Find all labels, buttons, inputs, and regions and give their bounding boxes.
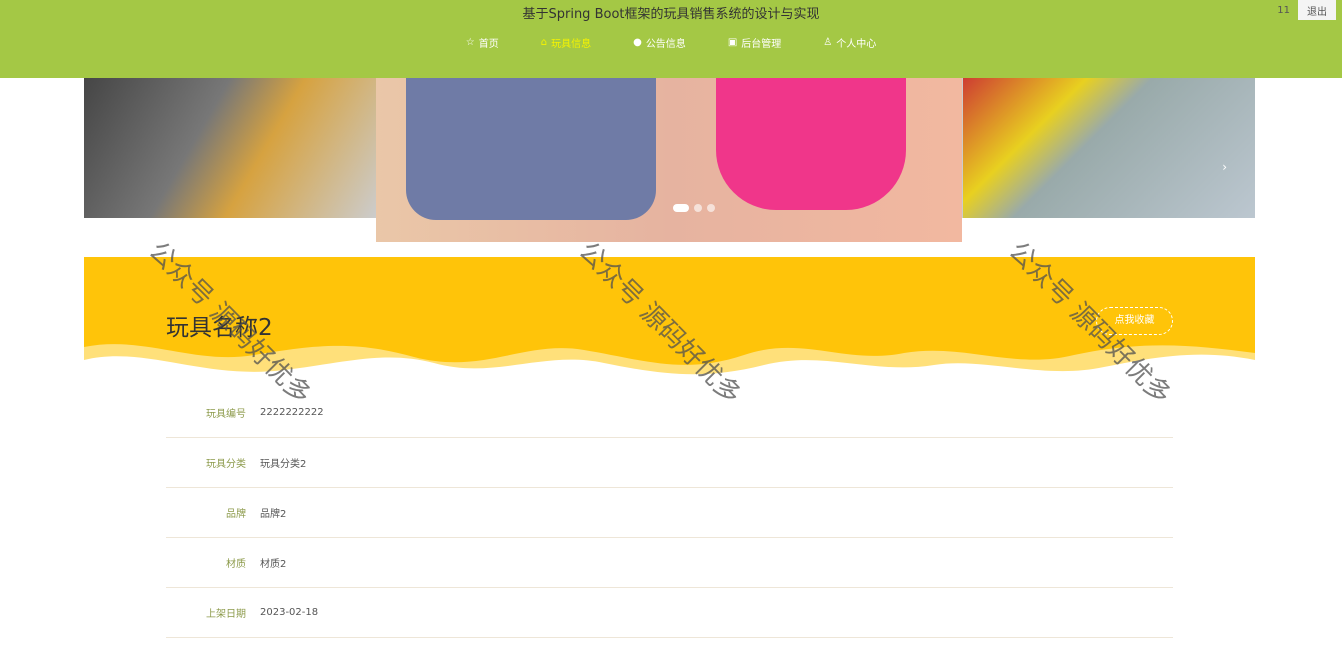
- slide-image-active: [376, 70, 962, 242]
- detail-banner: 玩具名称2 点我收藏: [84, 257, 1255, 382]
- field-row: 玩具分类 玩具分类2: [166, 438, 1173, 488]
- username: 11: [1277, 5, 1290, 16]
- field-label: 玩具分类: [206, 459, 246, 470]
- chevron-right-icon[interactable]: ›: [1222, 160, 1227, 174]
- field-value: 材质2: [260, 559, 287, 570]
- logout-button[interactable]: 退出: [1298, 0, 1336, 20]
- carousel-dot[interactable]: [707, 204, 715, 212]
- field-value: 品牌2: [260, 509, 287, 520]
- field-row: 材质 材质2: [166, 538, 1173, 588]
- favorite-button[interactable]: 点我收藏: [1096, 307, 1173, 335]
- slide-image: [84, 70, 376, 218]
- detail-fields: 玩具编号 2222222222 玩具分类 玩具分类2 品牌 品牌2 材质 材质2 上架日…: [166, 388, 1173, 638]
- field-label: 品牌: [226, 509, 246, 520]
- field-value: 玩具分类2: [260, 459, 307, 470]
- nav-label: 首页: [478, 39, 499, 50]
- nav-label: 后台管理: [741, 39, 782, 50]
- field-label: 材质: [226, 559, 246, 570]
- field-label: 玩具编号: [206, 409, 246, 420]
- info-icon: ●: [633, 37, 642, 48]
- star-icon: ☆: [465, 37, 475, 48]
- nav-label: 个人中心: [836, 39, 877, 50]
- header-wave: [0, 66, 1342, 74]
- bag-icon: ⌂: [540, 37, 548, 48]
- banner-wave: [84, 344, 1255, 382]
- field-row: 上架日期 2023-02-18: [166, 588, 1173, 638]
- nav-home[interactable]: ☆ 首页: [466, 35, 499, 50]
- user-icon: ♙: [823, 37, 833, 48]
- carousel-dot[interactable]: [673, 204, 689, 212]
- nav-notices[interactable]: ● 公告信息: [633, 35, 686, 50]
- carousel-dots: [673, 204, 715, 212]
- field-label: 上架日期: [206, 609, 246, 620]
- main-nav: ☆ 首页 ⌂ 玩具信息 ● 公告信息 ▣ 后台管理 ♙ 个人中心: [0, 35, 1342, 50]
- site-title: 基于Spring Boot框架的玩具销售系统的设计与实现: [522, 7, 820, 22]
- nav-label: 公告信息: [645, 39, 686, 50]
- nav-label: 玩具信息: [551, 39, 592, 50]
- carousel-dot[interactable]: [694, 204, 702, 212]
- field-row: 品牌 品牌2: [166, 488, 1173, 538]
- field-row: 玩具编号 2222222222: [166, 388, 1173, 438]
- slide-image: [963, 70, 1255, 218]
- nav-admin[interactable]: ▣ 后台管理: [728, 35, 781, 50]
- nav-toy-info[interactable]: ⌂ 玩具信息: [541, 35, 591, 50]
- bear-toy-image: [716, 70, 906, 210]
- field-value: 2222222222: [260, 407, 324, 418]
- briefcase-icon: ▣: [727, 37, 738, 48]
- field-value: 2023-02-18: [260, 607, 319, 618]
- robot-toy-image: [406, 70, 656, 220]
- nav-profile[interactable]: ♙ 个人中心: [823, 35, 876, 50]
